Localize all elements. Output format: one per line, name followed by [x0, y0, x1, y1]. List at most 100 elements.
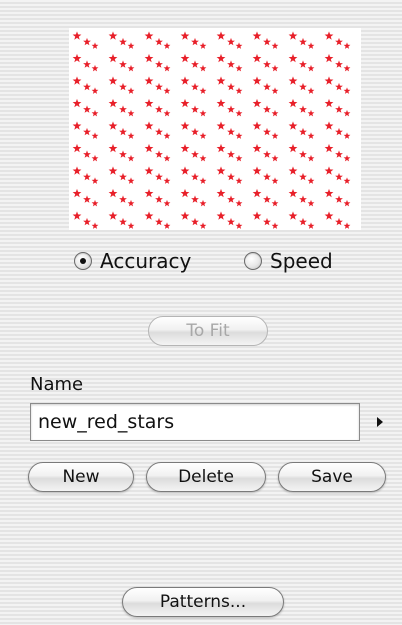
red-star-mark [288, 98, 298, 108]
red-star-mark [72, 31, 82, 40]
red-star-mark [199, 222, 207, 229]
red-star-mark [324, 188, 334, 198]
red-star-mark [299, 217, 307, 226]
red-star-mark [335, 127, 343, 136]
red-star-mark [155, 37, 163, 46]
red-star-mark [127, 222, 135, 229]
red-star-mark [324, 53, 334, 63]
red-star-mark [72, 143, 82, 153]
red-star-mark [72, 188, 82, 198]
red-star-mark [299, 37, 307, 46]
red-star-mark [72, 211, 82, 220]
red-star-mark [263, 82, 271, 91]
red-star-mark [324, 166, 334, 175]
red-star-mark [299, 127, 307, 136]
red-star-mark [119, 37, 127, 46]
speed-radio-circle[interactable] [244, 252, 262, 270]
red-star-mark [91, 42, 99, 49]
red-star-mark [343, 199, 351, 207]
red-star-mark [343, 64, 351, 72]
red-star-mark [324, 143, 334, 153]
red-star-mark [191, 195, 199, 203]
save-button[interactable]: Save [278, 462, 386, 492]
red-star-mark [199, 199, 207, 207]
red-star-mark [144, 143, 154, 153]
red-star-mark [108, 143, 118, 153]
red-star-mark [191, 172, 199, 181]
red-star-mark [343, 222, 351, 229]
red-star-mark [216, 121, 226, 130]
red-star-mark [83, 127, 91, 136]
red-star-mark [72, 76, 82, 85]
new-button[interactable]: New [28, 462, 134, 492]
red-star-mark [216, 76, 226, 85]
red-star-mark [72, 98, 82, 108]
pattern-preview [69, 28, 361, 230]
red-star-mark [307, 154, 315, 162]
red-star-mark [191, 60, 199, 68]
red-star-mark [263, 217, 271, 226]
red-star-mark [263, 60, 271, 68]
red-star-mark [307, 64, 315, 72]
disclosure-arrow-icon[interactable] [377, 417, 383, 427]
accuracy-radio[interactable]: Accuracy [74, 246, 191, 276]
red-star-mark [343, 87, 351, 94]
red-star-mark [191, 150, 199, 158]
red-star-mark [252, 121, 262, 130]
star-pattern-image [72, 31, 351, 229]
red-star-mark [108, 121, 118, 130]
red-star-mark [119, 172, 127, 181]
red-star-mark [155, 105, 163, 113]
red-star-mark [227, 60, 235, 68]
red-star-mark [191, 37, 199, 46]
red-star-mark [263, 195, 271, 203]
to-fit-button[interactable]: To Fit [148, 316, 268, 346]
red-star-mark [108, 53, 118, 63]
red-star-mark [144, 166, 154, 175]
red-star-mark [271, 87, 279, 94]
red-star-mark [324, 76, 334, 85]
red-star-mark [343, 42, 351, 49]
speed-radio[interactable]: Speed [244, 246, 333, 276]
red-star-mark [83, 217, 91, 226]
red-star-mark [324, 98, 334, 108]
accuracy-radio-circle[interactable] [74, 252, 92, 270]
red-star-mark [227, 37, 235, 46]
red-star-mark [108, 98, 118, 108]
red-star-mark [252, 211, 262, 220]
red-star-mark [216, 166, 226, 175]
delete-button[interactable]: Delete [146, 462, 266, 492]
red-star-mark [72, 53, 82, 63]
red-star-mark [108, 31, 118, 40]
red-star-mark [235, 222, 243, 229]
red-star-mark [227, 195, 235, 203]
red-star-mark [119, 127, 127, 136]
red-star-mark [343, 109, 351, 117]
red-star-mark [263, 172, 271, 181]
red-star-mark [288, 76, 298, 85]
red-star-mark [91, 132, 99, 139]
red-star-mark [91, 177, 99, 184]
red-star-mark [163, 87, 171, 94]
red-star-mark [144, 121, 154, 130]
radio-selected-dot [80, 258, 86, 264]
red-star-mark [119, 82, 127, 91]
red-star-mark [191, 127, 199, 136]
red-star-mark [180, 166, 190, 175]
red-star-mark [83, 150, 91, 158]
red-star-mark [252, 31, 262, 40]
red-star-mark [307, 42, 315, 49]
red-star-mark [199, 177, 207, 184]
red-star-mark [119, 150, 127, 158]
red-star-mark [216, 143, 226, 153]
red-star-mark [271, 64, 279, 72]
name-field[interactable]: new_red_stars [30, 403, 360, 441]
red-star-mark [199, 109, 207, 117]
patterns-button[interactable]: Patterns... [122, 587, 284, 617]
red-star-mark [144, 188, 154, 198]
red-star-mark [335, 150, 343, 158]
red-star-mark [83, 60, 91, 68]
red-star-mark [271, 222, 279, 229]
red-star-mark [155, 195, 163, 203]
red-star-mark [235, 109, 243, 117]
